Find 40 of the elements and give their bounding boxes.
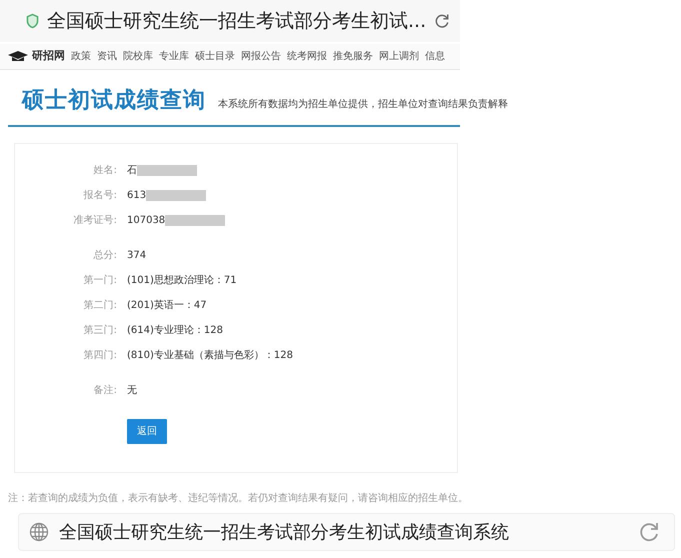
field-label: 第二门: (82, 298, 117, 313)
field-label: 报名号: (82, 188, 117, 203)
nav-link[interactable]: 硕士目录 (195, 49, 235, 64)
field-label: 第三门: (82, 324, 117, 338)
reload-icon[interactable] (638, 521, 660, 543)
globe-icon (29, 522, 49, 542)
nav-link[interactable]: 资讯 (97, 49, 117, 64)
nav-link[interactable]: 专业库 (159, 49, 189, 64)
field-value: (614)专业理论：128 (127, 324, 223, 338)
field-value: 无 (127, 384, 137, 398)
field-value: 613 (127, 189, 146, 203)
field-label: 总分: (92, 248, 117, 263)
address-bar[interactable]: 全国硕士研究生统一招生考试部分考生初试成绩查询系统 (18, 513, 675, 551)
field-label: 第一门: (82, 274, 117, 288)
field-value: (810)专业基础（素描与色彩）：128 (127, 348, 293, 363)
field-value: (101)思想政治理论：71 (127, 274, 237, 288)
nav-link[interactable]: 网报公告 (241, 49, 281, 64)
field-label: 准考证号: (72, 214, 117, 228)
graduation-cap-icon (8, 51, 28, 62)
nav-link[interactable]: 网上调剂 (379, 49, 419, 64)
field-label: 第四门: (82, 348, 117, 363)
nav-link[interactable]: 院校库 (123, 49, 153, 64)
field-value: (201)英语一：47 (127, 298, 207, 313)
nav-link[interactable]: 政策 (71, 49, 91, 64)
field-value: 374 (127, 249, 146, 263)
note-text: 注：若查询的成绩为负值，表示有缺考、违纪等情况。若仍对查询结果有疑问，请咨询相应的招生单位。 (7, 492, 460, 506)
nav-link[interactable]: 信息 (425, 49, 445, 64)
field-label: 备注: (92, 384, 117, 398)
field-label: 姓名: (92, 164, 117, 178)
page-heading: 硕士初试成绩查询 (22, 87, 206, 115)
nav-link[interactable]: 统考网报 (287, 49, 327, 64)
field-value: 石 (127, 164, 137, 178)
field-value: 107038 (127, 214, 166, 228)
page-title: 全国硕士研究生统一招生考试部分考生初试成绩查询系统 (59, 520, 510, 544)
back-button[interactable]: 返回 (127, 419, 167, 444)
site-logo[interactable]: 研招网 (32, 48, 65, 65)
page-title: 全国硕士研究生统一招生考试部分考生初试... (47, 8, 426, 34)
shield-icon (26, 11, 39, 31)
nav-link[interactable]: 推免服务 (333, 49, 373, 64)
disclaimer-text: 本系统所有数据均为招生单位提供，招生单位对查询结果负责解释 (218, 98, 508, 112)
